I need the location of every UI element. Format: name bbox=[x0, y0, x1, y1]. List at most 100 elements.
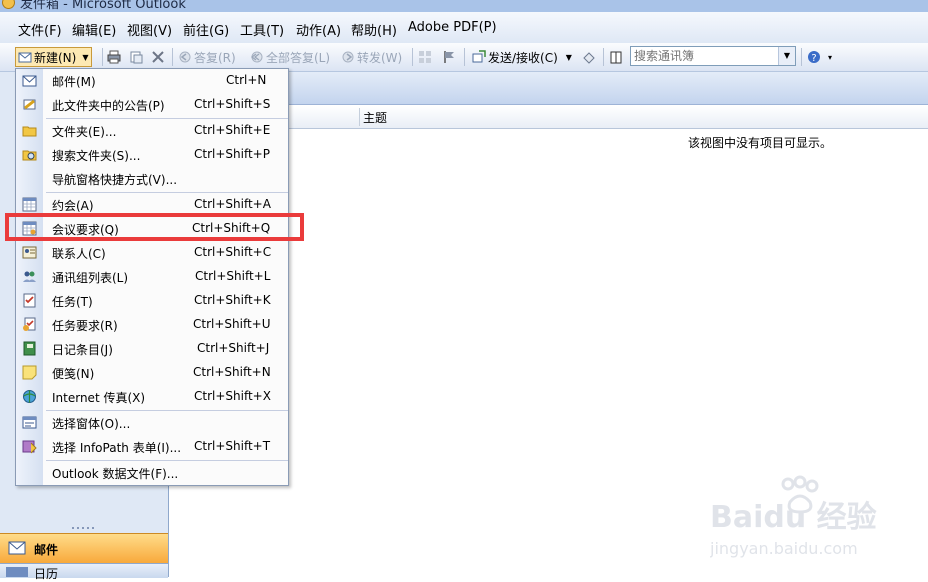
menu-item-contact[interactable]: 联系人(C) Ctrl+Shift+C bbox=[16, 241, 288, 265]
new-mail-icon bbox=[18, 52, 32, 63]
menu-item-shortcut: Ctrl+Shift+U bbox=[193, 317, 271, 331]
new-button[interactable]: 新建(N) ▼ bbox=[15, 47, 92, 67]
post-icon bbox=[23, 99, 36, 110]
infopath-icon bbox=[22, 440, 37, 454]
menu-item-label: 任务要求(R) bbox=[52, 319, 118, 333]
move-folder-icon bbox=[130, 51, 143, 64]
delete-button[interactable] bbox=[151, 47, 167, 67]
menu-item-label: 联系人(C) bbox=[52, 247, 106, 261]
menu-item-shortcut: Ctrl+Shift+X bbox=[194, 389, 271, 403]
chevron-down-icon[interactable]: ▼ bbox=[778, 47, 795, 65]
menu-item-shortcut: Ctrl+Shift+E bbox=[194, 123, 271, 137]
menu-item-task[interactable]: 任务(T) Ctrl+Shift+K bbox=[16, 289, 288, 313]
mail-icon bbox=[8, 541, 26, 555]
title-bar: 发件箱 - Microsoft Outlook bbox=[0, 0, 928, 12]
menu-item-infopath-form[interactable]: 选择 InfoPath 表单(I)... Ctrl+Shift+T bbox=[16, 435, 288, 459]
form-icon bbox=[22, 416, 37, 429]
folder-icon bbox=[22, 126, 37, 137]
find-icon bbox=[583, 52, 595, 64]
delete-x-icon bbox=[152, 51, 164, 63]
menu-item-label: 便笺(N) bbox=[52, 367, 95, 381]
menu-item-internet-fax[interactable]: Internet 传真(X) Ctrl+Shift+X bbox=[16, 385, 288, 409]
reply-all-label: 全部答复(L) bbox=[266, 50, 331, 65]
print-button[interactable] bbox=[107, 47, 123, 67]
appointment-icon bbox=[22, 197, 37, 212]
categories-icon bbox=[419, 51, 431, 63]
window-title: 发件箱 - Microsoft Outlook bbox=[20, 0, 186, 12]
move-to-folder-button[interactable] bbox=[129, 47, 145, 67]
menu-item-shortcut: Ctrl+Shift+N bbox=[193, 365, 271, 379]
menu-item-mail[interactable]: 邮件(M) Ctrl+N bbox=[16, 69, 288, 93]
help-button[interactable]: ? bbox=[807, 47, 823, 67]
nav-button-calendar[interactable]: 日历 bbox=[0, 563, 168, 581]
menu-item-label: 选择 InfoPath 表单(I)... bbox=[52, 441, 182, 455]
menu-item-distribution-list[interactable]: 通讯组列表(L) Ctrl+Shift+L bbox=[16, 265, 288, 289]
help-icon: ? bbox=[808, 51, 820, 64]
menu-item-label: 日记条目(J) bbox=[52, 343, 113, 357]
empty-view-message: 该视图中没有项目可显示。 bbox=[688, 136, 833, 150]
toolbar-options-icon[interactable]: ▾ bbox=[828, 47, 832, 67]
pane-resize-grip[interactable] bbox=[70, 525, 98, 531]
menu-file[interactable]: 文件(F) bbox=[18, 20, 62, 39]
menu-item-label: Internet 传真(X) bbox=[52, 391, 146, 405]
forward-button[interactable]: 转发(W) bbox=[341, 47, 402, 67]
chevron-down-icon[interactable]: ▼ bbox=[82, 53, 88, 62]
menu-item-shortcut: Ctrl+Shift+C bbox=[194, 245, 272, 259]
address-book-icon bbox=[610, 51, 622, 64]
find-button[interactable] bbox=[582, 47, 598, 67]
mail-icon bbox=[22, 75, 37, 87]
address-book-search-input[interactable] bbox=[631, 47, 785, 65]
menu-item-task-request[interactable]: 任务要求(R) Ctrl+Shift+U bbox=[16, 313, 288, 337]
menu-tools[interactable]: 工具(T) bbox=[240, 20, 284, 39]
address-book-button[interactable] bbox=[609, 47, 625, 67]
fax-icon bbox=[23, 390, 36, 403]
menu-help[interactable]: 帮助(H) bbox=[351, 20, 397, 39]
reply-all-icon bbox=[251, 51, 263, 63]
menu-item-shortcut: Ctrl+Shift+A bbox=[194, 197, 271, 211]
menu-actions[interactable]: 动作(A) bbox=[296, 20, 341, 39]
toolbar-separator bbox=[464, 48, 465, 66]
menu-item-shortcut: Ctrl+Shift+T bbox=[194, 439, 271, 453]
categorize-button[interactable] bbox=[418, 47, 434, 67]
forward-label: 转发(W) bbox=[357, 50, 403, 65]
menu-item-shortcut: Ctrl+Shift+S bbox=[194, 97, 271, 111]
reply-all-button[interactable]: 全部答复(L) bbox=[250, 47, 330, 67]
menu-item-shortcut: Ctrl+N bbox=[226, 73, 267, 87]
menu-item-nav-shortcut[interactable]: 导航窗格快捷方式(V)... bbox=[16, 167, 288, 191]
nav-mail-label: 邮件 bbox=[34, 543, 59, 557]
menu-item-folder[interactable]: 文件夹(E)... Ctrl+Shift+E bbox=[16, 119, 288, 143]
menu-item-shortcut: Ctrl+Shift+J bbox=[197, 341, 270, 355]
reply-button[interactable]: 答复(R) bbox=[178, 47, 236, 67]
flag-icon bbox=[444, 51, 454, 63]
menu-edit[interactable]: 编辑(E) bbox=[72, 20, 116, 39]
task-request-icon bbox=[23, 317, 36, 331]
menu-view[interactable]: 视图(V) bbox=[127, 20, 172, 39]
send-receive-button[interactable]: 发送/接收(C) ▼ bbox=[472, 47, 572, 67]
menu-item-outlook-data-file[interactable]: Outlook 数据文件(F)... bbox=[16, 461, 288, 485]
menu-go[interactable]: 前往(G) bbox=[183, 20, 229, 39]
menu-item-label: 文件夹(E)... bbox=[52, 125, 117, 139]
column-subject[interactable]: 主题 bbox=[363, 109, 387, 126]
menu-item-label: 此文件夹中的公告(P) bbox=[52, 99, 165, 113]
toolbar-separator bbox=[412, 48, 413, 66]
follow-up-button[interactable] bbox=[442, 47, 458, 67]
forward-icon bbox=[342, 51, 354, 63]
nav-button-mail[interactable]: 邮件 bbox=[0, 533, 168, 563]
menu-item-post[interactable]: 此文件夹中的公告(P) Ctrl+Shift+S bbox=[16, 93, 288, 117]
highlight-box bbox=[5, 213, 304, 241]
column-separator[interactable] bbox=[359, 108, 360, 126]
calendar-icon bbox=[6, 567, 28, 577]
menu-adobe-pdf[interactable]: Adobe PDF(P) bbox=[408, 20, 497, 35]
menu-item-note[interactable]: 便笺(N) Ctrl+Shift+N bbox=[16, 361, 288, 385]
menu-item-choose-form[interactable]: 选择窗体(O)... bbox=[16, 411, 288, 435]
new-button-label: 新建(N) bbox=[34, 50, 77, 65]
chevron-down-icon[interactable]: ▼ bbox=[566, 53, 572, 62]
distribution-list-icon bbox=[23, 271, 36, 282]
outlook-app-icon bbox=[2, 0, 15, 9]
menu-item-journal[interactable]: 日记条目(J) Ctrl+Shift+J bbox=[16, 337, 288, 361]
menu-item-search-folder[interactable]: 搜索文件夹(S)... Ctrl+Shift+P bbox=[16, 143, 288, 167]
reply-label: 答复(R) bbox=[194, 50, 236, 65]
printer-icon bbox=[107, 50, 121, 64]
menu-bar: 文件(F) 编辑(E) 视图(V) 前往(G) 工具(T) 动作(A) 帮助(H… bbox=[0, 12, 928, 44]
menu-item-shortcut: Ctrl+Shift+L bbox=[195, 269, 271, 283]
